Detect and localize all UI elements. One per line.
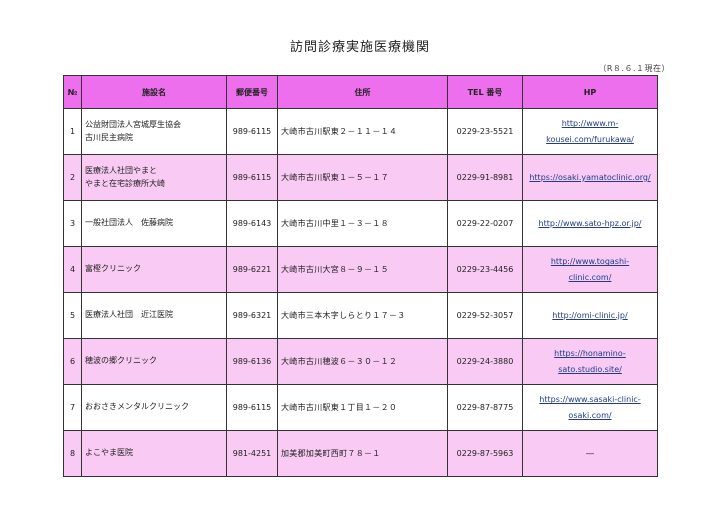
phone-number: 0229-24-3880	[447, 338, 523, 385]
clinic-table: № 施設名 郵便番号 住所 TEL 番号 HP 1 公益財団法人宮城厚生協会 古川民…	[63, 75, 658, 477]
table-row: 5 医療法人社団 近江医院 989-6321 大崎市三本木字しらとり１７－３ 0229-…	[63, 292, 658, 339]
header-name: 施設名	[81, 75, 227, 109]
phone-number: 0229-87-5963	[447, 430, 523, 477]
row-number: 5	[63, 292, 82, 339]
facility-name-line: よこやま医院	[85, 448, 133, 458]
facility-name-line: 医療法人社団やまと	[85, 165, 157, 175]
row-number: 7	[63, 384, 82, 431]
homepage: http://www.togashi-clinic.com/	[522, 246, 658, 293]
row-number: 3	[63, 200, 82, 247]
phone-number: 0229-52-3057	[447, 292, 523, 339]
address: 大崎市三本木字しらとり１７－３	[277, 292, 448, 339]
row-number: 2	[63, 154, 82, 201]
table-row: 7 おおさきメンタルクリニック 989-6115 大崎市古川駅東１丁目１－２０ 0229…	[63, 384, 658, 431]
facility-name-line: 一般社団法人 佐藤病院	[85, 218, 173, 228]
postal-code: 989-6143	[226, 200, 278, 247]
facility-name-line: 医療法人社団 近江医院	[85, 310, 173, 320]
page-title: 訪問診療実施医療機関	[289, 40, 430, 55]
table-row: 8 よこやま医院 981-4251 加美郡加美町西町７８－１ 0229-87-5963 ―	[63, 430, 658, 477]
row-number: 6	[63, 338, 82, 385]
homepage-link[interactable]: https://honamino-	[554, 349, 626, 358]
address: 大崎市古川駅東２－１１－１４	[277, 108, 448, 155]
phone-number: 0229-87-8775	[447, 384, 523, 431]
table-row: 2 医療法人社団やまと やまと在宅診療所大崎 989-6115 大崎市古川駅東１－５－１…	[63, 154, 658, 201]
homepage: http://omi-clinic.jp/	[522, 292, 658, 339]
address: 大崎市古川駅東１丁目１－２０	[277, 384, 448, 431]
facility-name: おおさきメンタルクリニック	[81, 384, 227, 431]
table-row: 4 富樫クリニック 989-6221 大崎市古川大宮８－９－１５ 0229-23-445…	[63, 246, 658, 293]
facility-name: よこやま医院	[81, 430, 227, 477]
row-number: 4	[63, 246, 82, 293]
table-row: 1 公益財団法人宮城厚生協会 古川民主病院 989-6115 大崎市古川駅東２－１１－１…	[63, 108, 658, 155]
facility-name: 公益財団法人宮城厚生協会 古川民主病院	[81, 108, 227, 155]
postal-code: 989-6321	[226, 292, 278, 339]
facility-name: 富樫クリニック	[81, 246, 227, 293]
homepage-link[interactable]: kousei.com/furukawa/	[546, 135, 634, 144]
address: 加美郡加美町西町７８－１	[277, 430, 448, 477]
postal-code: 981-4251	[226, 430, 278, 477]
header-no: №	[63, 75, 82, 109]
postal-code: 989-6115	[226, 154, 278, 201]
homepage: http://www.m-kousei.com/furukawa/	[522, 108, 658, 155]
table-row: 6 穂波の郷クリニック 989-6136 大崎市古川穂波６－３０－１２ 0229-24-…	[63, 338, 658, 385]
postal-code: 989-6136	[226, 338, 278, 385]
table-row: 3 一般社団法人 佐藤病院 989-6143 大崎市古川中里１－３－１８ 0229-22…	[63, 200, 658, 247]
homepage-link[interactable]: sato.studio.site/	[558, 365, 622, 374]
facility-name: 穂波の郷クリニック	[81, 338, 227, 385]
homepage-link[interactable]: http://omi-clinic.jp/	[552, 311, 627, 320]
address: 大崎市古川中里１－３－１８	[277, 200, 448, 247]
phone-number: 0229-23-5521	[447, 108, 523, 155]
postal-code: 989-6115	[226, 108, 278, 155]
homepage-link[interactable]: http://www.togashi-	[551, 257, 629, 266]
homepage: http://www.sato-hpz.or.jp/	[522, 200, 658, 247]
facility-name-line: 公益財団法人宮城厚生協会	[85, 119, 181, 129]
facility-name: 医療法人社団 近江医院	[81, 292, 227, 339]
homepage: https://honamino-sato.studio.site/	[522, 338, 658, 385]
facility-name-line: おおさきメンタルクリニック	[85, 402, 189, 412]
as-of-date: （R８.６.１現在）	[598, 64, 670, 73]
phone-number: 0229-22-0207	[447, 200, 523, 247]
homepage-link[interactable]: http://www.sato-hpz.or.jp/	[539, 219, 642, 228]
header-hp: HP	[522, 75, 658, 109]
facility-name-line: 富樫クリニック	[85, 264, 141, 274]
facility-name: 一般社団法人 佐藤病院	[81, 200, 227, 247]
address: 大崎市古川大宮８－９－１５	[277, 246, 448, 293]
no-homepage-dash: ―	[586, 448, 594, 458]
homepage: https://www.sasaki-clinic-osaki.com/	[522, 384, 658, 431]
homepage-link[interactable]: https://osaki.yamatoclinic.org/	[529, 173, 650, 182]
homepage: ―	[522, 430, 658, 477]
homepage-link[interactable]: clinic.com/	[569, 273, 612, 282]
facility-name-line: やまと在宅診療所大崎	[85, 178, 165, 188]
header-tel: TEL 番号	[447, 75, 523, 109]
facility-name-line: 穂波の郷クリニック	[85, 356, 157, 366]
address: 大崎市古川駅東１－５－１７	[277, 154, 448, 201]
row-number: 1	[63, 108, 82, 155]
row-number: 8	[63, 430, 82, 477]
address: 大崎市古川穂波６－３０－１２	[277, 338, 448, 385]
homepage: https://osaki.yamatoclinic.org/	[522, 154, 658, 201]
facility-name: 医療法人社団やまと やまと在宅診療所大崎	[81, 154, 227, 201]
homepage-link[interactable]: osaki.com/	[568, 411, 611, 420]
homepage-link[interactable]: http://www.m-	[562, 119, 619, 128]
phone-number: 0229-91-8981	[447, 154, 523, 201]
postal-code: 989-6221	[226, 246, 278, 293]
header-address: 住所	[277, 75, 448, 109]
header-postal: 郵便番号	[226, 75, 278, 109]
facility-name-line: 古川民主病院	[85, 132, 133, 142]
table-header-row: № 施設名 郵便番号 住所 TEL 番号 HP	[63, 75, 658, 109]
postal-code: 989-6115	[226, 384, 278, 431]
homepage-link[interactable]: https://www.sasaki-clinic-	[539, 395, 640, 404]
phone-number: 0229-23-4456	[447, 246, 523, 293]
